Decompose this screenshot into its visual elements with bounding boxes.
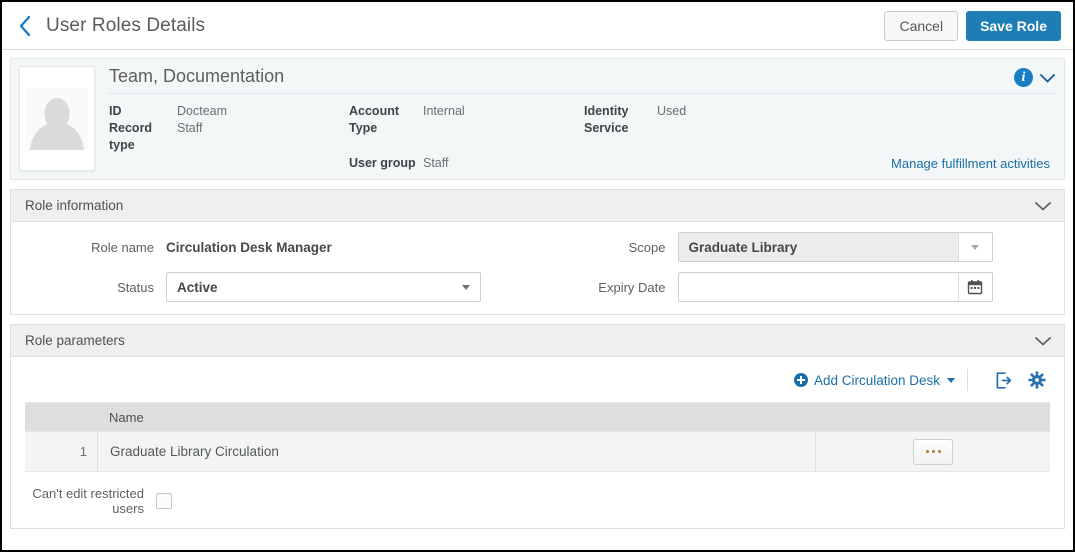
expiry-date-field: Expiry Date: [538, 272, 1065, 302]
user-banner: Team, Documentation i ID Docteam Record …: [10, 58, 1065, 180]
role-parameters-panel: Role parameters Add Circulation Desk Nam…: [10, 324, 1065, 529]
column-header-actions: [815, 403, 1050, 431]
caret-down-icon: [462, 284, 470, 290]
field-value: Staff: [177, 121, 203, 135]
banner-field-account-type: Account Type Internal: [349, 103, 584, 137]
field-label: User group: [349, 156, 416, 170]
field-value: Staff: [423, 156, 449, 170]
user-name: Team, Documentation: [109, 66, 285, 86]
table-header-row: Name: [25, 403, 1050, 431]
banner-fields: ID Docteam Record type Staff Account Typ…: [109, 94, 1056, 172]
role-name-label: Role name: [91, 239, 154, 255]
field-value: Internal: [423, 104, 465, 118]
role-information-collapse-chevron-down-icon[interactable]: [1034, 200, 1052, 212]
role-information-title: Role information: [25, 198, 124, 213]
row-index: 1: [79, 444, 87, 459]
role-name-field: Role name Circulation Desk Manager: [11, 240, 538, 255]
save-role-button[interactable]: Save Role: [966, 10, 1061, 41]
field-label: ID: [109, 104, 122, 118]
role-parameters-title: Role parameters: [25, 333, 125, 348]
manage-fulfillment-activities-link[interactable]: Manage fulfillment activities: [891, 156, 1050, 171]
table-toolbar: Add Circulation Desk: [11, 364, 1064, 402]
row-name: Graduate Library Circulation: [97, 432, 815, 471]
page-header: User Roles Details Cancel Save Role: [2, 2, 1073, 50]
scope-value: Graduate Library: [678, 233, 958, 261]
cant-edit-restricted-users-checkbox[interactable]: [156, 493, 172, 509]
cant-edit-restricted-users-label: Can't edit restricted users: [32, 486, 144, 516]
scope-select[interactable]: Graduate Library: [677, 232, 993, 262]
user-roles-details-page: User Roles Details Cancel Save Role Team…: [0, 0, 1075, 552]
banner-field-identity-service: Identity Service Used: [584, 103, 734, 137]
toolbar-divider: [967, 369, 968, 391]
banner-field-id: ID Docteam: [109, 103, 349, 120]
chevron-down-icon[interactable]: [1039, 72, 1056, 84]
export-icon[interactable]: [990, 368, 1016, 392]
avatar: [19, 66, 95, 171]
banner-header-icons: i: [1014, 66, 1056, 87]
scope-label: Scope: [628, 239, 666, 255]
field-label: Account Type: [349, 104, 399, 135]
cant-edit-restricted-users-row: Can't edit restricted users: [11, 472, 1064, 516]
page-title: User Roles Details: [46, 14, 206, 36]
status-field: Status Active: [11, 272, 538, 302]
expiry-date-input[interactable]: [678, 273, 958, 301]
plus-circle-icon: [793, 373, 808, 387]
expiry-date-input-group[interactable]: [677, 272, 993, 302]
field-label: Identity Service: [584, 104, 629, 135]
chevron-left-icon: [18, 15, 32, 37]
banner-field-record-type: Record type Staff: [109, 120, 349, 154]
banner-field-user-group: User group Staff: [349, 155, 584, 172]
table-row[interactable]: 1 Graduate Library Circulation: [25, 431, 1050, 471]
form-row-2: Status Active Expiry Date: [11, 272, 1064, 302]
role-information-panel: Role information Role name Circulation D…: [10, 189, 1065, 315]
banner-content: Team, Documentation i ID Docteam Record …: [109, 66, 1056, 171]
gear-icon[interactable]: [1024, 368, 1050, 392]
row-actions-ellipsis-icon[interactable]: [913, 438, 953, 465]
banner-header-row: Team, Documentation i: [109, 66, 1056, 94]
calendar-icon[interactable]: [957, 273, 992, 301]
role-parameters-body: Add Circulation Desk Name 1 Graduate Lib…: [11, 357, 1064, 528]
column-header-name: Name: [109, 409, 144, 425]
back-button[interactable]: [12, 13, 38, 39]
cancel-button[interactable]: Cancel: [884, 10, 959, 41]
role-name-value: Circulation Desk Manager: [166, 239, 332, 255]
role-parameters-collapse-chevron-down-icon[interactable]: [1034, 335, 1052, 347]
field-value: Used: [657, 104, 687, 118]
status-label: Status: [117, 279, 154, 295]
status-value: Active: [177, 279, 218, 295]
caret-down-icon: [947, 377, 955, 383]
role-information-body: Role name Circulation Desk Manager Scope…: [11, 222, 1064, 314]
add-circulation-desk-label: Add Circulation Desk: [813, 372, 940, 388]
role-parameters-header: Role parameters: [11, 325, 1064, 357]
status-select[interactable]: Active: [166, 272, 481, 302]
field-value: Docteam: [177, 104, 228, 118]
add-circulation-desk-button[interactable]: Add Circulation Desk: [793, 372, 967, 388]
scope-field: Scope Graduate Library: [538, 232, 1065, 262]
field-label: Record type: [109, 121, 153, 152]
user-placeholder-icon: [26, 87, 88, 150]
header-actions: Cancel Save Role: [884, 10, 1061, 41]
info-icon[interactable]: i: [1014, 68, 1033, 87]
expiry-date-label: Expiry Date: [598, 279, 666, 295]
role-parameters-table: Name 1 Graduate Library Circulation: [25, 402, 1050, 472]
form-row-1: Role name Circulation Desk Manager Scope…: [11, 232, 1064, 262]
scope-dropdown-caret-down-icon[interactable]: [957, 233, 992, 261]
row-actions: [815, 432, 1050, 471]
role-information-header: Role information: [11, 190, 1064, 222]
